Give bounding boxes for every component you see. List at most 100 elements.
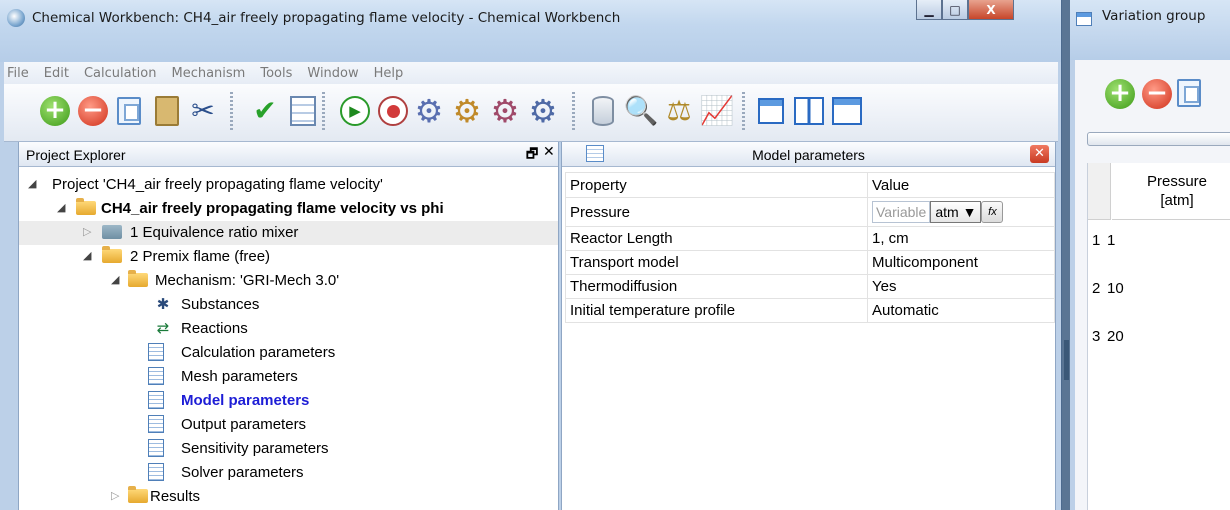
gear-add-icon[interactable]: ⚙ [412,94,446,128]
database-icon[interactable] [586,94,620,128]
close-icon[interactable]: ✕ [1030,145,1049,163]
property-name: Reactor Length [565,226,868,251]
form-icon[interactable] [286,94,320,128]
property-value[interactable]: Multicomponent [867,250,1055,275]
remove-icon[interactable]: − [1142,79,1172,109]
menu-calculation[interactable]: Calculation [84,66,157,81]
property-name: Pressure [565,197,868,227]
tree-item-output-parameters[interactable]: Output parameters [19,413,558,437]
tree-item-substances[interactable]: ✱ Substances [19,293,558,317]
sheet-icon [146,415,166,433]
tile-windows-icon[interactable] [792,94,826,128]
window-gap [1062,0,1070,510]
copy-icon[interactable] [1177,79,1201,107]
expand-arrow-icon[interactable]: ◢ [111,273,119,286]
tree-item-calculation-parameters[interactable]: Calculation parameters [19,341,558,365]
menu-window[interactable]: Window [307,66,358,81]
unit-value: atm [935,204,959,220]
cascade-windows-icon[interactable] [754,94,788,128]
add-icon[interactable]: + [38,94,72,128]
sheet-icon [146,391,166,409]
project-explorer-panel: Project Explorer 🗗 ✕ ◢ Project 'CH4_air … [18,142,559,510]
tree-item-model-parameters[interactable]: Model parameters [19,389,558,413]
column-header-value: Value [867,172,1055,198]
panel-tab: Model parameters ✕ [562,142,1055,167]
toolbar-separator [742,92,745,132]
table-row[interactable]: Pressure Variable atm ▼ fx [565,197,1055,227]
close-panel-icon[interactable]: ✕ [543,144,555,160]
tree-label: Sensitivity parameters [181,440,329,457]
folder-open-icon [102,246,122,264]
tree-item-mixer[interactable]: ▷ 1 Equivalence ratio mixer [19,221,558,245]
stop-icon[interactable] [376,94,410,128]
unit-select[interactable]: atm ▼ [930,201,982,223]
tree-item-mesh-parameters[interactable]: Mesh parameters [19,365,558,389]
cell-value[interactable]: 10 [1107,280,1124,297]
minimize-button[interactable]: ▁ [916,0,942,20]
maximize-button[interactable]: □ [942,0,968,20]
menu-bar: File Edit Calculation Mechanism Tools Wi… [4,62,1058,84]
gear-multi-icon[interactable]: ⚙ [450,94,484,128]
menu-tools[interactable]: Tools [260,66,292,81]
title-bar: Chemical Workbench: CH4_air freely propa… [0,0,1061,62]
add-icon[interactable]: + [1105,79,1135,109]
tree-label: 1 Equivalence ratio mixer [130,224,299,241]
expand-arrow-icon[interactable]: ◢ [28,177,36,190]
property-value[interactable]: Yes [867,274,1055,299]
menu-help[interactable]: Help [374,66,404,81]
folder-open-icon [128,270,148,288]
property-value[interactable]: 1, cm [867,226,1055,251]
chart-icon[interactable]: 📈 [700,94,735,128]
tree-label: Reactions [181,320,248,337]
tree-item-solver-parameters[interactable]: Solver parameters [19,461,558,485]
expand-arrow-icon[interactable]: ◢ [57,201,65,214]
property-name: Thermodiffusion [565,274,868,299]
close-button[interactable]: X [968,0,1014,20]
search-database-icon[interactable]: 🔍 [624,94,659,128]
check-icon[interactable]: ✔ [248,94,282,128]
table-row[interactable]: Thermodiffusion Yes [565,274,1055,299]
collapsed-arrow-icon[interactable]: ▷ [83,225,91,238]
gear-remove-icon[interactable]: ⚙ [488,94,522,128]
remove-icon[interactable]: − [76,94,110,128]
property-value[interactable]: Automatic [867,298,1055,323]
scales-icon[interactable]: ⚖ [662,94,696,128]
panel-header: Project Explorer 🗗 ✕ [19,142,558,167]
collapsed-arrow-icon[interactable]: ▷ [111,489,119,502]
toolbar-separator [572,92,575,132]
paste-icon[interactable] [150,94,184,128]
column-header-line2: [atm] [1160,192,1194,209]
table-row[interactable]: Reactor Length 1, cm [565,226,1055,251]
tree-label: Model parameters [181,392,310,409]
tree-item-project[interactable]: ◢ Project 'CH4_air freely propagating fl… [19,173,558,197]
cell-value[interactable]: 1 [1107,232,1115,249]
menu-file[interactable]: File [7,66,29,81]
scrollbar-thumb[interactable] [1064,340,1069,380]
gear-icon[interactable]: ⚙ [526,94,560,128]
tree-item-mechanism[interactable]: ◢ Mechanism: 'GRI-Mech 3.0' [19,269,558,293]
tree-label: Output parameters [181,416,307,433]
tree-item-reactions[interactable]: ⇄ Reactions [19,317,558,341]
expand-arrow-icon[interactable]: ◢ [83,249,91,262]
run-icon[interactable]: ▶ [338,94,372,128]
menu-mechanism[interactable]: Mechanism [171,66,245,81]
copy-icon[interactable] [112,94,146,128]
window-icon[interactable] [830,94,864,128]
formula-button[interactable]: fx [981,201,1004,223]
table-row[interactable]: Initial temperature profile Automatic [565,298,1055,323]
float-panel-icon[interactable]: 🗗 [526,145,538,167]
tree-item-sensitivity-parameters[interactable]: Sensitivity parameters [19,437,558,461]
folder-icon [128,486,148,504]
slider-track[interactable] [1087,132,1230,146]
tree-item-study[interactable]: ◢ CH4_air freely propagating flame veloc… [19,197,558,221]
panel-title: Project Explorer [26,147,126,163]
cell-value[interactable]: 20 [1107,328,1124,345]
tree-label: CH4_air freely propagating flame velocit… [101,200,444,217]
menu-edit[interactable]: Edit [44,66,69,81]
table-row[interactable]: Transport model Multicomponent [565,250,1055,275]
tree-item-premix-flame[interactable]: ◢ 2 Premix flame (free) [19,245,558,269]
variable-field[interactable]: Variable [872,201,931,223]
window-icon [1076,12,1092,26]
cut-icon[interactable]: ✂ [186,94,220,128]
tree-item-results[interactable]: ▷ Results [19,485,558,509]
